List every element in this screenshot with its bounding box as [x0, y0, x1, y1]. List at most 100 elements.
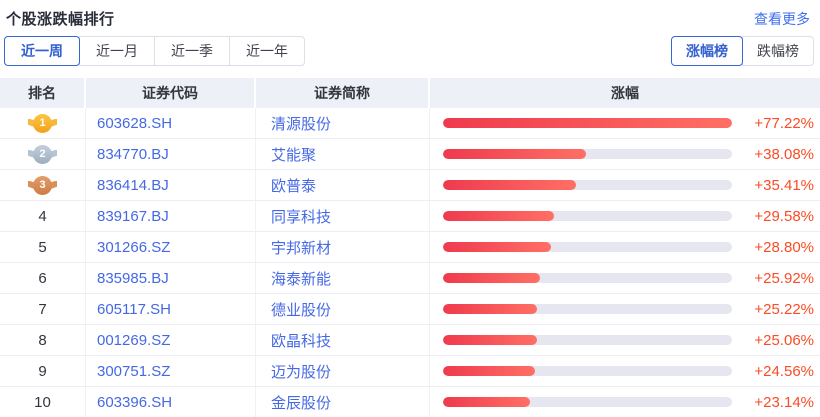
gold-medal-icon: 1	[33, 114, 52, 133]
change-bar-fill	[443, 211, 554, 221]
change-value: +77.22%	[732, 115, 814, 132]
tab-period-近一季[interactable]: 近一季	[154, 36, 230, 66]
tab-ranktype-跌幅榜[interactable]: 跌幅榜	[742, 36, 814, 66]
stock-ranking-widget: 个股涨跌幅排行 查看更多 近一周近一月近一季近一年 涨幅榜跌幅榜 排名证券代码证…	[0, 0, 820, 417]
change-value: +29.58%	[732, 208, 814, 225]
change-value: +28.80%	[732, 239, 814, 256]
change-value: +38.08%	[732, 146, 814, 163]
table-row[interactable]: 1 603628.SH清源股份 +77.22%	[0, 108, 820, 139]
change-bar-track	[443, 211, 732, 221]
change-cell: +77.22%	[430, 108, 820, 138]
stock-name-link[interactable]: 宇邦新材	[256, 232, 430, 262]
change-cell: +38.08%	[430, 139, 820, 169]
stock-code-link[interactable]: 834770.BJ	[86, 139, 256, 169]
rank-cell: 8	[0, 325, 86, 355]
change-bar-track	[443, 242, 732, 252]
rank-cell: 3	[0, 170, 86, 200]
controls-row: 近一周近一月近一季近一年 涨幅榜跌幅榜	[0, 28, 820, 66]
change-bar-fill	[443, 273, 540, 283]
change-value: +25.92%	[732, 270, 814, 287]
change-bar-track	[443, 149, 732, 159]
change-bar-track	[443, 273, 732, 283]
stock-name-link[interactable]: 同享科技	[256, 201, 430, 231]
change-cell: +25.06%	[430, 325, 820, 355]
rank-cell: 6	[0, 263, 86, 293]
tab-period-近一年[interactable]: 近一年	[229, 36, 305, 66]
stock-code-link[interactable]: 836414.BJ	[86, 170, 256, 200]
change-value: +25.22%	[732, 301, 814, 318]
change-cell: +25.22%	[430, 294, 820, 324]
change-cell: +23.14%	[430, 387, 820, 417]
change-bar-track	[443, 397, 732, 407]
change-bar-fill	[443, 242, 551, 252]
stock-name-link[interactable]: 德业股份	[256, 294, 430, 324]
table-row[interactable]: 3 836414.BJ欧普泰 +35.41%	[0, 170, 820, 201]
top-bar: 个股涨跌幅排行 查看更多	[0, 0, 820, 28]
change-bar-fill	[443, 366, 535, 376]
change-cell: +29.58%	[430, 201, 820, 231]
stock-name-link[interactable]: 海泰新能	[256, 263, 430, 293]
column-header: 证券代码	[86, 78, 256, 108]
change-bar-fill	[443, 397, 530, 407]
view-more-link[interactable]: 查看更多	[754, 9, 810, 29]
stock-code-link[interactable]: 605117.SH	[86, 294, 256, 324]
change-bar-track	[443, 180, 732, 190]
tab-period-近一月[interactable]: 近一月	[79, 36, 155, 66]
rank-cell: 10	[0, 387, 86, 417]
table-row[interactable]: 4839167.BJ同享科技 +29.58%	[0, 201, 820, 232]
rank-cell: 9	[0, 356, 86, 386]
table-header-row: 排名证券代码证券简称涨幅	[0, 78, 820, 108]
column-header: 证券简称	[256, 78, 430, 108]
stock-name-link[interactable]: 欧晶科技	[256, 325, 430, 355]
stock-code-link[interactable]: 839167.BJ	[86, 201, 256, 231]
table-row[interactable]: 5301266.SZ宇邦新材 +28.80%	[0, 232, 820, 263]
change-value: +23.14%	[732, 394, 814, 411]
table-row[interactable]: 8001269.SZ欧晶科技 +25.06%	[0, 325, 820, 356]
stock-code-link[interactable]: 603628.SH	[86, 108, 256, 138]
rank-cell: 5	[0, 232, 86, 262]
change-bar-track	[443, 304, 732, 314]
stock-code-link[interactable]: 300751.SZ	[86, 356, 256, 386]
tab-ranktype-涨幅榜[interactable]: 涨幅榜	[671, 36, 743, 66]
table-row[interactable]: 7605117.SH德业股份 +25.22%	[0, 294, 820, 325]
rank-cell: 2	[0, 139, 86, 169]
column-header: 涨幅	[430, 78, 820, 108]
rank-cell: 4	[0, 201, 86, 231]
change-bar-fill	[443, 149, 586, 159]
stock-code-link[interactable]: 603396.SH	[86, 387, 256, 417]
stock-name-link[interactable]: 欧普泰	[256, 170, 430, 200]
stock-name-link[interactable]: 金辰股份	[256, 387, 430, 417]
change-bar-fill	[443, 180, 576, 190]
ranking-table: 排名证券代码证券简称涨幅 1603628.SH清源股份+77.22%283477…	[0, 78, 820, 417]
change-bar-fill	[443, 335, 537, 345]
change-cell: +24.56%	[430, 356, 820, 386]
bronze-medal-icon: 3	[33, 176, 52, 195]
stock-name-link[interactable]: 迈为股份	[256, 356, 430, 386]
stock-name-link[interactable]: 清源股份	[256, 108, 430, 138]
change-cell: +25.92%	[430, 263, 820, 293]
period-tab-group: 近一周近一月近一季近一年	[4, 36, 305, 66]
table-row[interactable]: 2 834770.BJ艾能聚 +38.08%	[0, 139, 820, 170]
change-value: +35.41%	[732, 177, 814, 194]
stock-code-link[interactable]: 301266.SZ	[86, 232, 256, 262]
change-bar-track	[443, 118, 732, 128]
stock-code-link[interactable]: 001269.SZ	[86, 325, 256, 355]
stock-code-link[interactable]: 835985.BJ	[86, 263, 256, 293]
change-cell: +35.41%	[430, 170, 820, 200]
table-row[interactable]: 10603396.SH金辰股份 +23.14%	[0, 387, 820, 417]
rank-cell: 7	[0, 294, 86, 324]
tab-period-近一周[interactable]: 近一周	[4, 36, 80, 66]
change-value: +25.06%	[732, 332, 814, 349]
page-title: 个股涨跌幅排行	[6, 8, 115, 29]
stock-name-link[interactable]: 艾能聚	[256, 139, 430, 169]
change-value: +24.56%	[732, 363, 814, 380]
rank-type-tab-group: 涨幅榜跌幅榜	[671, 36, 814, 66]
change-cell: +28.80%	[430, 232, 820, 262]
silver-medal-icon: 2	[33, 145, 52, 164]
table-row[interactable]: 9300751.SZ迈为股份 +24.56%	[0, 356, 820, 387]
change-bar-fill	[443, 118, 732, 128]
change-bar-track	[443, 366, 732, 376]
table-row[interactable]: 6835985.BJ海泰新能 +25.92%	[0, 263, 820, 294]
rank-cell: 1	[0, 108, 86, 138]
table-body: 1 603628.SH清源股份 +77.22% 2 834770.BJ艾能聚 +38.08…	[0, 108, 820, 417]
